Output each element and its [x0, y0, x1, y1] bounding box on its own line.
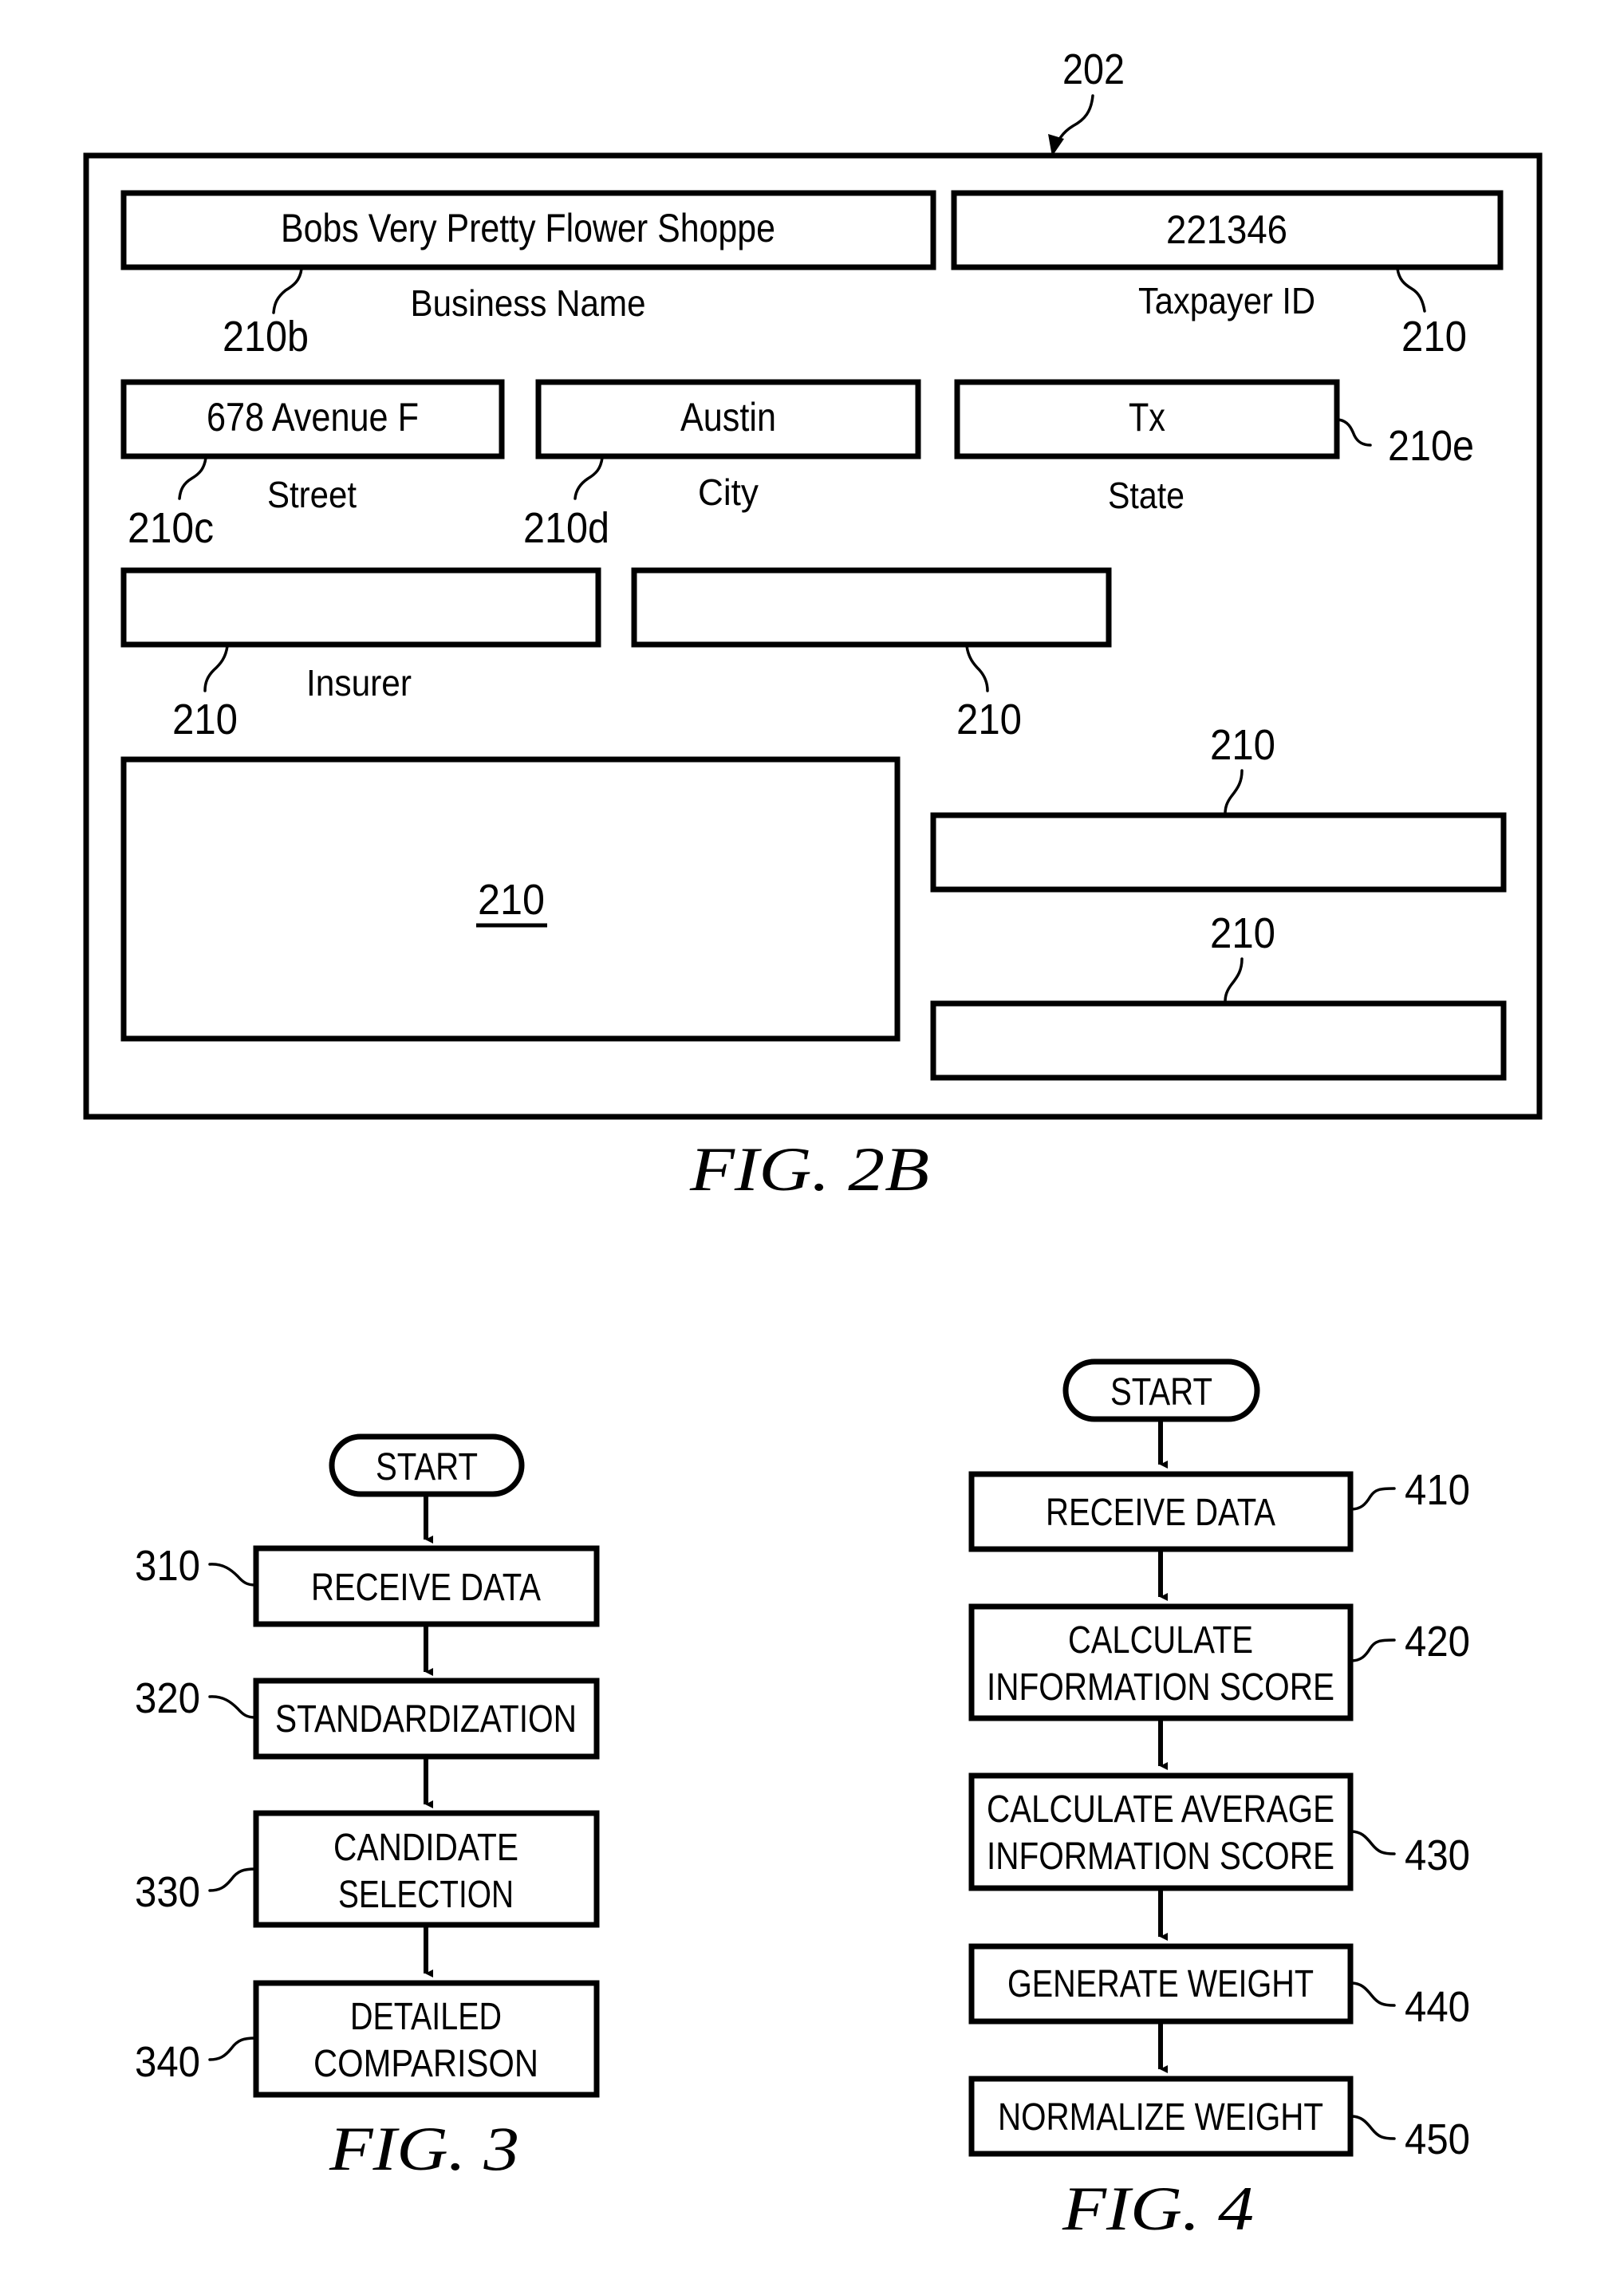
ref-label-210b: 210b [223, 313, 309, 361]
fig4-step-410: RECEIVE DATA [968, 1471, 1354, 1552]
business-name-label: Business Name [411, 282, 646, 324]
fig4-step-450-text: NORMALIZE WEIGHT [998, 2096, 1323, 2139]
street-value: 678 Avenue F [207, 395, 419, 440]
insurer-label: Insurer [306, 662, 412, 704]
fig4-ref-450: 450 [1405, 2115, 1470, 2163]
fig3-start-terminator: START [329, 1433, 525, 1497]
right-field-2[interactable] [930, 1000, 1507, 1081]
fig4-leader-410 [1350, 1487, 1396, 1511]
taxpayer-id-field[interactable]: 221346 [951, 190, 1504, 270]
fig3-step-340-line1: DETAILED [350, 1996, 502, 2038]
figure-4: START RECEIVE DATA 410 CALCULATE INFORMA… [968, 1358, 1470, 2243]
fig3-start-label: START [376, 1446, 478, 1488]
fig4-step-410-text: RECEIVE DATA [1046, 1492, 1275, 1534]
fig4-leader-440 [1350, 1981, 1396, 2007]
fig4-ref-440: 440 [1405, 1983, 1470, 2031]
fig4-step-430-line2: INFORMATION SCORE [987, 1835, 1334, 1878]
fig4-step-420: CALCULATE INFORMATION SCORE [968, 1603, 1354, 1721]
ref-label-210e: 210e [1388, 422, 1474, 470]
row3-second-field[interactable] [631, 567, 1112, 648]
ref-label-insurer: 210 [172, 696, 238, 743]
fig3-step-330: CANDIDATE SELECTION [253, 1810, 600, 1928]
fig4-step-440-text: GENERATE WEIGHT [1007, 1963, 1314, 2005]
state-value: Tx [1129, 395, 1165, 440]
figure-2b-caption: FIG. 2B [689, 1134, 929, 1204]
fig4-ref-430: 430 [1405, 1831, 1470, 1879]
ref-label-taxpayer: 210 [1401, 313, 1467, 361]
taxpayer-id-value: 221346 [1166, 207, 1287, 252]
fig4-leader-420 [1350, 1638, 1396, 1662]
state-label: State [1108, 475, 1184, 516]
fig3-step-340: DETAILED COMPARISON [253, 1980, 600, 2098]
fig3-ref-320: 320 [135, 1674, 200, 1722]
ref-label-210d: 210d [523, 504, 609, 552]
business-name-value: Bobs Very Pretty Flower Shoppe [281, 206, 775, 250]
fig4-step-420-line2: INFORMATION SCORE [987, 1666, 1334, 1709]
form-reference-number: 202 [1062, 45, 1125, 93]
figure-4-caption: FIG. 4 [1062, 2174, 1254, 2243]
ref-label-right-field-1: 210 [1210, 721, 1275, 769]
fig3-step-330-line2: SELECTION [338, 1874, 514, 1916]
fig3-ref-310: 310 [135, 1542, 200, 1590]
insurer-field[interactable] [120, 567, 601, 648]
ref-label-large-field: 210 [478, 876, 545, 924]
fig3-leader-340 [208, 2037, 257, 2061]
fig3-step-330-line1: CANDIDATE [333, 1827, 518, 1869]
fig3-ref-340: 340 [135, 2038, 200, 2086]
street-field[interactable]: 678 Avenue F [120, 379, 505, 459]
fig4-step-430: CALCULATE AVERAGE INFORMATION SCORE [968, 1772, 1354, 1891]
fig3-step-340-line2: COMPARISON [313, 2043, 538, 2085]
fig4-leader-450 [1350, 2115, 1396, 2140]
city-field[interactable]: Austin [535, 379, 921, 459]
fig4-step-450: NORMALIZE WEIGHT [968, 2076, 1354, 2157]
fig4-step-440: GENERATE WEIGHT [968, 1943, 1354, 2025]
fig4-start-label: START [1110, 1371, 1212, 1414]
fig4-ref-410: 410 [1405, 1466, 1470, 1514]
fig3-step-310: RECEIVE DATA [253, 1545, 600, 1627]
figure-3: START RECEIVE DATA 310 STANDARDIZATION 3… [135, 1433, 600, 2183]
fig3-leader-320 [208, 1695, 257, 1719]
fig4-leader-430 [1350, 1830, 1396, 1855]
city-label: City [698, 471, 759, 513]
fig3-ref-330: 330 [135, 1868, 200, 1916]
fig3-leader-330 [208, 1867, 257, 1892]
ref-label-right-field-2: 210 [1210, 909, 1275, 957]
fig3-step-310-text: RECEIVE DATA [311, 1567, 541, 1609]
ref-label-210c: 210c [128, 504, 214, 552]
fig4-start-terminator: START [1062, 1358, 1260, 1422]
fig4-step-430-line1: CALCULATE AVERAGE [987, 1788, 1334, 1831]
city-value: Austin [680, 395, 776, 440]
patent-drawing-sheet: 202 Bobs Very Pretty Flower Shoppe Busin… [83, 45, 1543, 2243]
fig3-step-320-text: STANDARDIZATION [275, 1698, 577, 1741]
taxpayer-id-label: Taxpayer ID [1138, 280, 1315, 321]
right-field-1[interactable] [930, 812, 1507, 893]
business-name-field[interactable]: Bobs Very Pretty Flower Shoppe [120, 190, 936, 270]
figure-3-caption: FIG. 3 [329, 2114, 519, 2183]
state-field[interactable]: Tx [954, 379, 1340, 459]
fig4-step-420-line1: CALCULATE [1068, 1619, 1253, 1662]
figure-2b: 202 Bobs Very Pretty Flower Shoppe Busin… [83, 45, 1543, 1204]
ref-label-row3b: 210 [956, 696, 1022, 743]
fig4-ref-420: 420 [1405, 1618, 1470, 1666]
fig3-step-320: STANDARDIZATION [253, 1678, 600, 1760]
street-label: Street [267, 474, 357, 515]
fig3-leader-310 [208, 1563, 257, 1587]
